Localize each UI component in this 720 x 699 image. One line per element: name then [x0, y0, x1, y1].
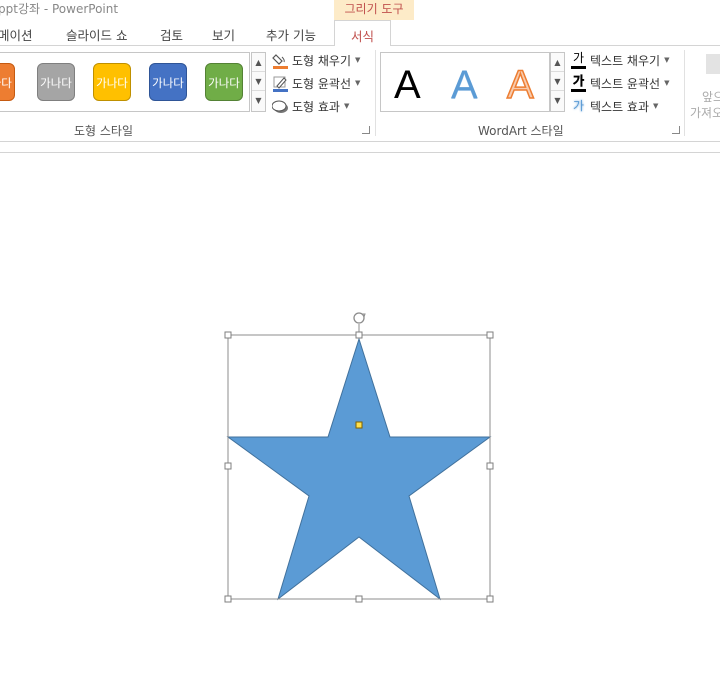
gallery-up-icon[interactable]: ▲: [252, 53, 265, 72]
text-fill-glyph: 가: [572, 50, 585, 65]
gallery-up-icon[interactable]: ▲: [551, 53, 564, 72]
text-effects-glyph: 가: [572, 98, 585, 113]
tab-slideshow[interactable]: 슬라이드 쇼: [66, 25, 127, 44]
wordart-gallery-scroll: ▲ ▼ ▼: [550, 52, 565, 112]
slide-drawing: [224, 312, 494, 603]
adjust-handle[interactable]: [355, 421, 363, 429]
resize-handle-w[interactable]: [224, 462, 232, 470]
chevron-down-icon: ▼: [343, 102, 350, 110]
text-effects-button[interactable]: 가 텍스트 효과 ▼: [570, 96, 658, 116]
slide-canvas[interactable]: [0, 152, 720, 699]
resize-handle-nw[interactable]: [224, 331, 232, 339]
star-shape[interactable]: [226, 337, 492, 601]
shape-effects-button[interactable]: 도형 효과 ▼: [271, 96, 350, 116]
shape-style-blue[interactable]: 가나다: [149, 63, 187, 101]
wordart-style-orange-outline[interactable]: A: [506, 62, 534, 108]
text-outline-label: 텍스트 윤곽선: [590, 76, 661, 91]
paint-bucket-icon: [272, 52, 289, 69]
shape-fill-label: 도형 채우기: [292, 53, 352, 68]
text-outline-glyph: 가: [572, 73, 585, 88]
gallery-down-icon[interactable]: ▼: [551, 72, 564, 91]
resize-handle-n[interactable]: [355, 331, 363, 339]
tab-animations[interactable]: 메이션: [0, 25, 33, 44]
shape-style-orange[interactable]: 가나다: [0, 63, 15, 101]
text-effects-icon: 가: [570, 98, 587, 115]
group-divider: [375, 50, 376, 136]
tab-view[interactable]: 보기: [212, 25, 235, 44]
resize-handle-s[interactable]: [355, 595, 363, 603]
tab-addins[interactable]: 추가 기능: [266, 25, 316, 44]
text-fill-label: 텍스트 채우기: [590, 53, 661, 68]
chevron-down-icon: ▼: [355, 56, 361, 64]
wordart-dialog-launcher[interactable]: [672, 126, 680, 134]
group-divider: [684, 50, 685, 136]
bring-forward-icon: [706, 54, 720, 74]
gallery-more-icon[interactable]: ▼: [551, 91, 564, 110]
resize-handle-se[interactable]: [486, 595, 494, 603]
title-bar: ppt강좌 - PowerPoint 그리기 도구: [0, 0, 720, 20]
gallery-down-icon[interactable]: ▼: [252, 72, 265, 91]
text-outline-icon: 가: [570, 73, 587, 92]
shape-outline-label: 도형 윤곽선: [292, 76, 352, 91]
resize-handle-ne[interactable]: [486, 331, 494, 339]
wordart-style-black[interactable]: A: [394, 63, 421, 107]
shape-styles-group-label: 도형 스타일: [74, 124, 134, 138]
chevron-down-icon: ▼: [664, 79, 670, 87]
shape-fill-button[interactable]: 도형 채우기 ▼: [272, 50, 360, 70]
text-effects-label: 텍스트 효과: [590, 99, 650, 114]
text-fill-icon: 가: [570, 50, 587, 69]
shape-outline-button[interactable]: 도형 윤곽선 ▼: [272, 73, 360, 93]
text-outline-button[interactable]: 가 텍스트 윤곽선 ▼: [570, 73, 669, 93]
tab-format[interactable]: 서식: [334, 20, 392, 47]
ribbon: 가나다 가나다 가나다 가나다 가나다 ▲ ▼ ▼ 도형 채우기 ▼ 도형 윤곽…: [0, 46, 720, 142]
chevron-down-icon: ▼: [664, 56, 670, 64]
shape-styles-dialog-launcher[interactable]: [362, 126, 370, 134]
resize-handle-e[interactable]: [486, 462, 494, 470]
window-title: ppt강좌 - PowerPoint: [0, 2, 119, 16]
shape-style-gray[interactable]: 가나다: [37, 63, 75, 101]
shape-style-gold[interactable]: 가나다: [93, 63, 131, 101]
chevron-down-icon: ▼: [653, 102, 659, 110]
bring-forward-label-2[interactable]: 가져오: [690, 104, 720, 121]
resize-handle-sw[interactable]: [224, 595, 232, 603]
shape-gallery-scroll: ▲ ▼ ▼: [251, 52, 266, 112]
chevron-down-icon: ▼: [355, 79, 361, 87]
shape-style-green[interactable]: 가나다: [205, 63, 243, 101]
gallery-more-icon[interactable]: ▼: [252, 91, 265, 110]
shape-style-gallery: 가나다 가나다 가나다 가나다 가나다: [0, 52, 250, 112]
ribbon-tab-bar: 메이션 슬라이드 쇼 검토 보기 추가 기능 서식: [0, 20, 720, 47]
drawing-tools-context-header: 그리기 도구: [334, 0, 414, 20]
wordart-gallery: A A A: [380, 52, 550, 112]
text-fill-button[interactable]: 가 텍스트 채우기 ▼: [570, 50, 669, 70]
pencil-icon: [272, 75, 289, 92]
tab-review[interactable]: 검토: [160, 25, 183, 44]
shape-effects-icon: [271, 98, 289, 115]
wordart-style-blue[interactable]: A: [451, 63, 478, 107]
shape-effects-label: 도형 효과: [292, 99, 340, 114]
bring-forward-label-1[interactable]: 앞으: [702, 88, 720, 105]
wordart-styles-group-label: WordArt 스타일: [478, 124, 564, 138]
